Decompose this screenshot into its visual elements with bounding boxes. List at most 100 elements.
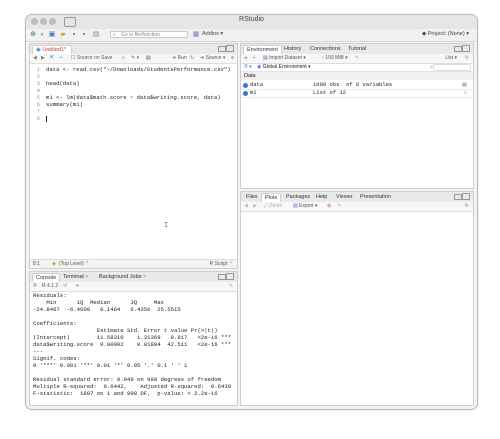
back-icon[interactable]: ◀	[33, 54, 37, 63]
r-file-icon: ◉	[36, 47, 41, 53]
tab-help[interactable]: Help	[313, 193, 330, 202]
go-to-directory-icon[interactable]: ➜	[75, 282, 79, 291]
forward-icon[interactable]: ▶	[41, 54, 45, 63]
save-workspace-icon[interactable]: ▪	[253, 54, 255, 63]
console-line: Min 1Q Median 3Q Max	[33, 299, 164, 306]
previous-plot-icon[interactable]: ◀	[244, 202, 248, 211]
object-value: 1000 obs. of 8 variables	[313, 81, 393, 88]
expand-icon[interactable]	[243, 83, 248, 88]
goto-file-input[interactable]: ⌕ Go to file/function	[110, 31, 188, 38]
source-on-save-checkbox[interactable]: ☐ Source on Save	[71, 54, 112, 63]
tab-packages[interactable]: Packages	[283, 193, 313, 202]
zoom-button[interactable]: ⤢ Zoom	[264, 202, 282, 211]
cursor-position: 8:1	[33, 261, 40, 267]
code-tools-icon[interactable]: ✎ ▾	[131, 54, 139, 63]
environment-row[interactable]: m1 List of 12 ⌕	[241, 89, 473, 98]
line-number: 7	[36, 108, 40, 115]
console-line: Residuals:	[33, 292, 67, 299]
load-workspace-icon[interactable]: ▰	[244, 54, 248, 63]
console-line: 0 '***' 0.001 '**' 0.01 '*' 0.05 '.' 0.1…	[33, 362, 188, 369]
broom-icon[interactable]: ✎	[355, 54, 359, 63]
mouse-ibeam-cursor: I	[164, 222, 169, 230]
remove-plot-icon[interactable]: ⊘	[327, 202, 331, 211]
outline-icon[interactable]: ≡	[231, 54, 234, 63]
project-menu[interactable]: ◆ Project: (None) ▾	[422, 31, 469, 37]
plots-toolbar: ◀ ▶ ⤢ Zoom ▤ Export ▾ ⊘ ✎ ↻	[241, 202, 473, 212]
line-number: 6	[36, 101, 40, 108]
console-line: (Intercept) 11.58310 1.31369 8.817 <2e-1…	[33, 334, 232, 341]
maximize-pane-icon[interactable]	[226, 273, 234, 280]
code-editor[interactable]: 1 2 3 4 5 6 7 8 data <- read.csv("~/Down…	[30, 64, 237, 259]
console-pane: Console Terminal × Background Jobs × ® R…	[29, 271, 238, 406]
next-plot-icon[interactable]: ▶	[253, 202, 257, 211]
export-menu[interactable]: ▤ Export ▾	[293, 202, 317, 211]
dropdown-arrow-icon[interactable]: ▾	[38, 31, 46, 39]
environment-search-input[interactable]	[433, 64, 471, 71]
save-all-icon[interactable]: ▪	[80, 31, 88, 39]
goto-placeholder: Go to file/function	[121, 32, 160, 38]
compile-report-icon[interactable]: ▤	[146, 54, 151, 63]
tab-history[interactable]: History	[281, 45, 304, 54]
clear-plots-icon[interactable]: ✎	[337, 202, 341, 211]
tab-console[interactable]: Console	[32, 273, 61, 282]
console-line: Estimate Std. Error t value Pr(>|t|)	[33, 327, 218, 334]
console-line: F-statistic: 1807 on 1 and 998 DF, p-val…	[33, 390, 218, 397]
r-version: R 4.1.2 · ~/	[42, 283, 67, 289]
minimize-pane-icon[interactable]	[218, 274, 226, 280]
tab-terminal[interactable]: Terminal ×	[60, 273, 92, 282]
tab-untitled1[interactable]: ◉ Untitled1* ×	[32, 45, 72, 62]
line-number: 2	[36, 73, 40, 80]
refresh-icon[interactable]: ↻	[465, 54, 469, 63]
search-editor-icon[interactable]: ⌕	[122, 54, 125, 63]
tab-connections[interactable]: Connections	[307, 45, 344, 54]
minimize-pane-icon[interactable]	[454, 194, 462, 200]
grid-icon[interactable]: ▦	[192, 31, 200, 39]
tab-tutorial[interactable]: Tutorial	[345, 45, 369, 54]
new-project-icon[interactable]: ▣	[48, 31, 56, 39]
minimize-pane-icon[interactable]	[218, 46, 226, 52]
maximize-pane-icon[interactable]	[462, 193, 470, 200]
editor-status-bar: 8:1 ◆ (Top Level) ⌃ R Script ⌃	[30, 259, 237, 268]
maximize-pane-icon[interactable]	[226, 45, 234, 52]
save-icon[interactable]: ▪	[70, 31, 78, 39]
console-output[interactable]: Residuals: Min 1Q Median 3Q Max -24.8467…	[30, 292, 237, 405]
code-line: data <- read.csv("~/Downloads/StudentsPe…	[46, 66, 231, 73]
inspect-icon[interactable]: ⌕	[464, 89, 467, 97]
scope-selector[interactable]: (Top Level) ⌃	[59, 260, 89, 268]
print-icon[interactable]: ▤	[92, 31, 100, 39]
view-table-icon[interactable]: ▦	[462, 81, 467, 89]
object-name: data	[250, 81, 264, 88]
text-cursor	[46, 116, 47, 122]
maximize-pane-icon[interactable]	[462, 45, 470, 52]
tab-files[interactable]: Files	[243, 193, 261, 202]
run-button[interactable]: ➜ Run	[172, 54, 187, 63]
expand-icon[interactable]	[243, 91, 248, 96]
clear-console-icon[interactable]: ✎	[229, 282, 233, 291]
show-in-window-icon[interactable]: ⇱	[50, 54, 54, 63]
refresh-icon[interactable]: ↻	[465, 202, 469, 211]
tab-background-jobs[interactable]: Background Jobs ×	[96, 273, 149, 282]
new-file-icon[interactable]: ⊕	[29, 31, 37, 39]
tab-environment[interactable]: Environment	[243, 45, 282, 54]
code-line: head(data)	[46, 80, 80, 87]
open-file-icon[interactable]: ▰	[59, 31, 67, 39]
plots-pane: Files Plots Packages Help Viewer Present…	[240, 191, 474, 406]
code-line: summary(m1)	[46, 101, 83, 108]
tab-presentation[interactable]: Presentation	[357, 193, 394, 202]
rerun-icon[interactable]: ↻	[190, 54, 194, 63]
minimize-pane-icon[interactable]	[454, 46, 462, 52]
global-environment-selector[interactable]: ◉ Global Environment ▾	[257, 63, 311, 71]
file-type-selector[interactable]: R Script ⌃	[210, 260, 233, 268]
source-button[interactable]: ➜ Source ▾	[200, 54, 225, 63]
title-bar: RStudio	[26, 15, 477, 30]
save-editor-icon[interactable]: ▪	[60, 54, 62, 63]
import-dataset-menu[interactable]: ▤ Import Dataset ▾	[263, 54, 306, 63]
view-mode-selector[interactable]: List ▾	[445, 54, 457, 63]
memory-usage[interactable]: ◔ 159 MiB ▾	[321, 54, 348, 63]
line-number: 1	[36, 66, 40, 73]
tab-plots[interactable]: Plots	[261, 193, 282, 202]
tab-viewer[interactable]: Viewer	[333, 193, 356, 202]
addins-menu[interactable]: Addins ▾	[202, 31, 223, 37]
window-title: RStudio	[239, 16, 264, 23]
main-toolbar: ⊕ ▾ ▣ ▰ ▪ ▪ ▤ ⌕ Go to file/function ▦ Ad…	[26, 29, 477, 42]
